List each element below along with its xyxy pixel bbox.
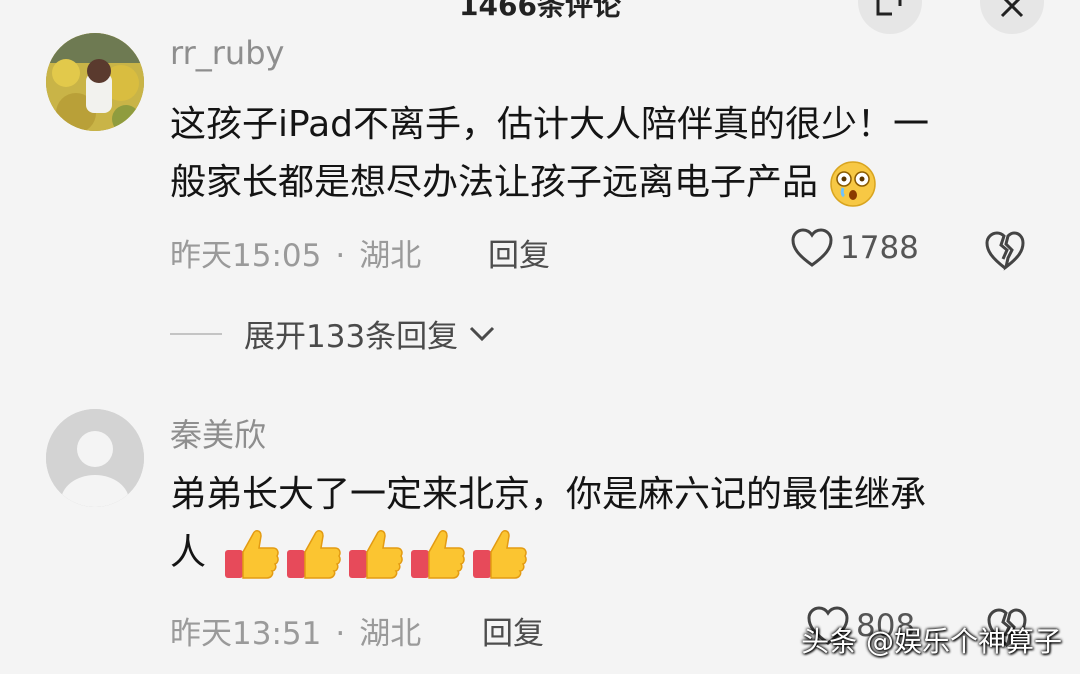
comment-meta: 昨天15:05 · 湖北 bbox=[170, 230, 421, 275]
avatar[interactable] bbox=[46, 33, 144, 131]
reply-button[interactable]: 回复 bbox=[482, 608, 544, 653]
comment-location: 湖北 bbox=[359, 238, 422, 274]
meta-separator: · bbox=[335, 238, 346, 274]
comment-text-line-with-emoji: 人 bbox=[170, 524, 1020, 582]
comment-location: 湖北 bbox=[359, 616, 422, 652]
chevron-down-icon bbox=[470, 326, 495, 341]
thumbs-up-emoji bbox=[411, 530, 466, 579]
close-icon bbox=[1000, 0, 1024, 18]
close-button[interactable] bbox=[980, 0, 1044, 34]
comment-text-line-with-emoji: 般家长都是想尽办法让孩子远离电子产品 bbox=[170, 154, 1020, 212]
comment-text-line: 弟弟长大了一定来北京，你是麻六记的最佳继承 bbox=[170, 474, 927, 515]
comment-time: 昨天13:51 bbox=[170, 616, 322, 652]
expand-icon bbox=[876, 0, 902, 16]
like-button[interactable]: 1788 bbox=[790, 228, 919, 268]
watermark: 头条 @娱乐个神算子 bbox=[801, 625, 1062, 658]
comment-time: 昨天15:05 bbox=[170, 238, 322, 274]
thumbs-up-emoji bbox=[349, 530, 404, 579]
username[interactable]: rr_ruby bbox=[170, 34, 284, 72]
expand-button[interactable] bbox=[858, 0, 922, 34]
thumbs-up-emoji bbox=[225, 530, 280, 579]
heart-outline-icon bbox=[791, 228, 833, 267]
divider-line bbox=[170, 332, 222, 335]
expand-replies-button[interactable]: 展开133条回复 bbox=[170, 311, 496, 356]
broken-heart-icon[interactable] bbox=[984, 231, 1026, 271]
reply-button[interactable]: 回复 bbox=[488, 230, 550, 275]
comment-text: 这孩子iPad不离手，估计大人陪伴真的很少！一 般家长都是想尽办法让孩子远离电子… bbox=[170, 96, 1020, 212]
thumbs-up-emoji bbox=[287, 530, 342, 579]
username[interactable]: 秦美欣 bbox=[170, 410, 266, 456]
meta-separator: · bbox=[335, 616, 346, 652]
comment-text-line: 这孩子iPad不离手，估计大人陪伴真的很少！一 bbox=[170, 104, 930, 145]
shocked-face-emoji bbox=[830, 161, 877, 207]
thumbs-up-emoji bbox=[473, 530, 528, 579]
comment-text: 弟弟长大了一定来北京，你是麻六记的最佳继承 人 bbox=[170, 466, 1020, 582]
avatar[interactable] bbox=[46, 409, 144, 507]
comment-meta: 昨天13:51 · 湖北 bbox=[170, 608, 421, 653]
comment-text-line: 般家长都是想尽办法让孩子远离电子产品 bbox=[170, 162, 819, 203]
like-count: 1788 bbox=[840, 230, 919, 266]
comment-text-line: 人 bbox=[170, 532, 207, 573]
thumbs-up-emoji-group bbox=[221, 526, 529, 582]
expand-replies-label: 展开133条回复 bbox=[244, 319, 459, 355]
